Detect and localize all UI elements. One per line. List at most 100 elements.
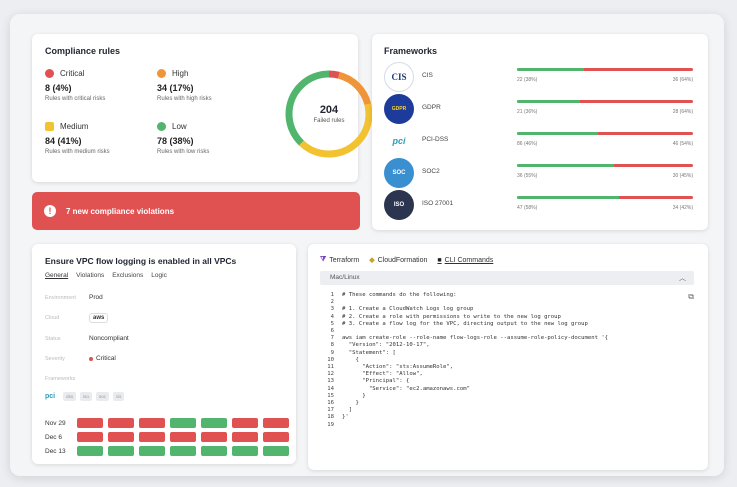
history-cell[interactable] xyxy=(263,446,289,456)
risk-sub: Rules with critical risks xyxy=(45,96,106,102)
line-number: 17 xyxy=(327,407,334,414)
frameworks-title: Frameworks xyxy=(384,46,438,56)
history-cell[interactable] xyxy=(139,418,165,428)
critical-dot-icon xyxy=(89,356,93,361)
history-cell[interactable] xyxy=(263,432,289,442)
history-cell[interactable] xyxy=(139,432,165,442)
tab-cloudformation[interactable]: ◆ CloudFormation xyxy=(369,256,427,265)
history-cell[interactable] xyxy=(201,446,227,456)
violations-banner[interactable]: ! 7 new compliance violations xyxy=(32,192,360,230)
history-date: Nov 29 xyxy=(45,419,66,427)
high-dot xyxy=(157,69,166,78)
line-number: 13 xyxy=(327,378,334,385)
framework-row-soc2[interactable]: SOC SOC2 36 (55%) 30 (45%) xyxy=(382,158,698,190)
risk-count: 78 (38%) xyxy=(157,136,194,146)
code-line: 18}' xyxy=(322,414,608,421)
history-cell[interactable] xyxy=(263,418,289,428)
framework-chip[interactable]: iso xyxy=(80,392,92,401)
framework-name: PCI-DSS xyxy=(422,136,449,143)
framework-row-pci[interactable]: pci PCI-DSS 86 (46%) 46 (54%) xyxy=(382,126,698,158)
line-text: } xyxy=(342,400,359,407)
history-cell[interactable] xyxy=(108,446,134,456)
tab-general[interactable]: General xyxy=(45,272,68,279)
copy-icon[interactable]: ⧉ xyxy=(688,292,694,302)
framework-name: CIS xyxy=(422,72,433,79)
history-cell[interactable] xyxy=(108,418,134,428)
code-line: 10 { xyxy=(322,357,608,364)
tab-violations[interactable]: Violations xyxy=(76,272,104,279)
terraform-icon: ⧩ xyxy=(320,256,327,263)
risk-high[interactable]: High 34 (17%) Rules with high risks xyxy=(157,69,257,102)
field-frameworks: Frameworks xyxy=(45,376,89,382)
risk-sub: Rules with medium risks xyxy=(45,149,110,155)
history-cell[interactable] xyxy=(232,432,258,442)
history-cell[interactable] xyxy=(201,418,227,428)
history-cell[interactable] xyxy=(170,446,196,456)
framework-fail: 28 (64%) xyxy=(672,109,693,115)
line-text: # These commands do the following: xyxy=(342,292,457,298)
framework-row-gdpr[interactable]: GDPR GDPR 21 (36%) 28 (64%) xyxy=(382,94,698,126)
framework-pass: 36 (55%) xyxy=(517,173,538,179)
code-line: 17 ] xyxy=(322,407,608,414)
history-cell[interactable] xyxy=(77,418,103,428)
line-number: 12 xyxy=(327,371,334,378)
framework-bar xyxy=(517,196,693,199)
low-dot xyxy=(157,122,166,131)
framework-chip[interactable]: cis xyxy=(112,392,125,401)
line-text: "Service": "ec2.amazonaws.com" xyxy=(342,385,470,392)
risk-count: 34 (17%) xyxy=(157,83,194,93)
history-cell[interactable] xyxy=(232,418,258,428)
cis-logo-icon: CIS xyxy=(384,62,414,92)
framework-chip[interactable]: soc xyxy=(95,392,109,401)
tab-cli-commands[interactable]: ■ CLI Commands xyxy=(437,256,493,264)
history-cell[interactable] xyxy=(139,446,165,456)
code-line: 12 "Effect": "Allow", xyxy=(322,371,608,378)
history-date: Dec 13 xyxy=(45,447,66,455)
risk-critical[interactable]: Critical 8 (4%) Rules with critical risk… xyxy=(45,69,145,102)
tab-terraform[interactable]: ⧩ Terraform xyxy=(320,256,359,264)
line-text: "Effect": "Allow", xyxy=(342,371,423,378)
framework-row-cis[interactable]: CIS CIS 22 (38%) 36 (64%) xyxy=(382,62,698,94)
rule-title: Ensure VPC flow logging is enabled in al… xyxy=(45,256,237,266)
tab-label: CLI Commands xyxy=(444,256,494,264)
history-cell[interactable] xyxy=(201,432,227,442)
framework-pass-fill xyxy=(517,132,598,135)
field-key: Status xyxy=(45,335,61,342)
tab-logic[interactable]: Logic xyxy=(151,272,167,279)
framework-fail: 46 (54%) xyxy=(672,141,693,147)
chevron-up-icon: ︿ xyxy=(679,275,686,282)
code-line: 7 aws iam create-role --role-name flow-lo… xyxy=(322,335,608,342)
line-text: "Version": "2012-10-17", xyxy=(342,342,430,349)
history-cell[interactable] xyxy=(170,432,196,442)
framework-row-iso[interactable]: ISO ISO 27001 47 (58%) 34 (42%) xyxy=(382,190,698,222)
risk-low[interactable]: Low 78 (38%) Rules with low risks xyxy=(157,122,257,155)
line-number: 2 xyxy=(330,299,334,306)
line-text: "Action": "sts:AssumeRole", xyxy=(342,364,454,371)
history-cell[interactable] xyxy=(170,418,196,428)
detail-tabs: General Violations Exclusions Logic xyxy=(45,272,167,279)
risk-medium[interactable]: Medium 84 (41%) Rules with medium risks xyxy=(45,122,145,155)
history-cell[interactable] xyxy=(232,446,258,456)
framework-pass-fill xyxy=(517,164,614,167)
cloudformation-icon: ◆ xyxy=(369,257,375,264)
framework-bar xyxy=(517,164,693,167)
framework-name: SOC2 xyxy=(422,168,440,175)
critical-dot xyxy=(45,69,54,78)
code-line: 11 "Action": "sts:AssumeRole", xyxy=(322,364,608,371)
line-text: "Principal": { xyxy=(342,378,410,385)
history-cell[interactable] xyxy=(108,432,134,442)
medium-dot xyxy=(45,122,54,131)
line-text: ] xyxy=(342,407,353,414)
history-cell[interactable] xyxy=(77,446,103,456)
iso-logo-icon: ISO xyxy=(384,190,414,220)
line-text: } xyxy=(342,392,366,399)
failed-rules-label: Failed rules xyxy=(313,118,345,124)
framework-chip[interactable]: dss xyxy=(63,392,77,401)
line-text: aws iam create-role --role-name flow-log… xyxy=(342,335,609,342)
risk-label: Critical xyxy=(60,69,85,78)
line-text: # 3. Create a flow log for the VPC, dire… xyxy=(342,320,588,327)
tab-label: Terraform xyxy=(329,256,360,264)
history-cell[interactable] xyxy=(77,432,103,442)
tab-exclusions[interactable]: Exclusions xyxy=(112,272,143,279)
os-selector[interactable]: Mac/Linux ︿ xyxy=(320,271,694,285)
